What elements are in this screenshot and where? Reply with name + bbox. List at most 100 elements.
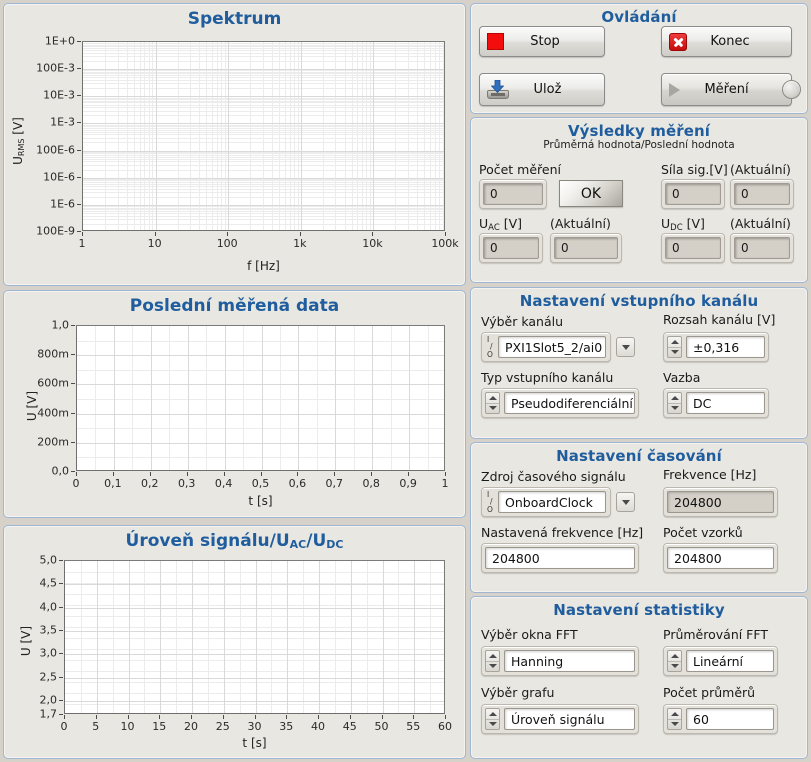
sample-count-control[interactable]: 204800	[663, 543, 778, 573]
x-tick-mark	[223, 472, 225, 476]
fft-averaging-label: Průměrování FFT	[663, 627, 768, 642]
set-frequency-value[interactable]: 204800	[485, 547, 635, 569]
fft-averaging-control[interactable]: Lineární	[663, 646, 778, 676]
x-tick-label: 0,5	[251, 477, 270, 490]
channel-select-dropdown-button[interactable]	[616, 337, 635, 357]
spinner-up[interactable]	[486, 651, 499, 662]
fft-averaging-value[interactable]: Lineární	[686, 650, 774, 672]
lastdata-x-axis-label: t [s]	[248, 494, 273, 508]
average-count-value[interactable]: 60	[686, 708, 774, 730]
sample-count-value[interactable]: 204800	[667, 547, 774, 569]
lastdata-plot-area[interactable]	[76, 325, 445, 471]
spinner-down[interactable]	[668, 404, 681, 414]
clock-source-control[interactable]: I / O OnboardClock	[481, 487, 611, 517]
spinner-up[interactable]	[668, 393, 681, 404]
level-plot-area[interactable]	[64, 560, 445, 714]
fft-averaging-spinner[interactable]	[667, 650, 682, 672]
graph-select-spinner[interactable]	[485, 708, 500, 730]
stop-button[interactable]: Stop	[479, 26, 605, 57]
signal-strength-value: 0	[665, 183, 721, 205]
channel-range-label: Rozsah kanálu [V]	[663, 312, 776, 327]
set-frequency-label: Nastavená frekvence [Hz]	[481, 525, 644, 540]
x-tick-mark	[318, 715, 319, 719]
y-tick-mark	[59, 653, 63, 655]
y-tick-label: 1E+0	[44, 34, 75, 48]
udc-current-label: (Aktuální)	[730, 216, 791, 231]
channel-range-value[interactable]: ±0,316	[686, 336, 765, 358]
y-tick-label: 4,0	[39, 600, 58, 614]
channel-select-value[interactable]: PXI1Slot5_2/ai0	[498, 336, 606, 358]
channel-select-control[interactable]: I / O PXI1Slot5_2/ai0	[481, 332, 611, 362]
spinner-up[interactable]	[668, 651, 681, 662]
mereni-button[interactable]: Měření	[661, 73, 792, 106]
graph-select-label: Výběr grafu	[481, 685, 555, 700]
spinner-down[interactable]	[486, 720, 499, 730]
x-tick-label: 0,2	[141, 477, 159, 490]
fft-window-value[interactable]: Hanning	[504, 650, 635, 672]
udc-value: 0	[665, 237, 721, 259]
frequency-indicator: 204800	[663, 487, 778, 517]
clock-source-value[interactable]: OnboardClock	[498, 491, 606, 513]
spectrum-plot-area[interactable]	[82, 41, 445, 231]
clock-source-dropdown-button[interactable]	[616, 492, 635, 512]
channel-type-value[interactable]: Pseudodiferenciální	[504, 392, 635, 414]
spinner-down[interactable]	[668, 720, 681, 730]
uac-label-sub: AC	[488, 223, 500, 233]
x-tick-label: 0,4	[214, 477, 233, 490]
spinner-down[interactable]	[668, 348, 681, 358]
y-tick-label: 2,5	[39, 670, 58, 684]
ok-status-button[interactable]: OK	[559, 180, 623, 207]
lastdata-plot-wrap: 0,0 200m 400m 600m 800m 1,0 0 0,1 0,2 0,3 0,4 0,5 0…	[4, 291, 467, 519]
uac-label-main: U	[479, 216, 489, 231]
y-tick-mark	[59, 583, 63, 585]
spinner-down[interactable]	[668, 662, 681, 672]
uloz-button[interactable]: Ulož	[479, 73, 605, 106]
spinner-up[interactable]	[668, 709, 681, 720]
average-count-spinner[interactable]	[667, 708, 682, 730]
x-tick-label: 10	[147, 237, 162, 250]
level-chart-panel: Úroveň signálu/UAC/UDC U [V] 1,7 2,0 2,5 3,…	[3, 525, 466, 759]
udc-label: UDC [V]	[661, 216, 705, 233]
channel-range-control[interactable]: ±0,316	[663, 332, 769, 362]
spinner-up[interactable]	[486, 709, 499, 720]
y-tick-label: 100E-6	[36, 143, 75, 157]
save-icon	[487, 80, 509, 99]
fft-window-spinner[interactable]	[485, 650, 500, 672]
coupling-value[interactable]: DC	[686, 392, 765, 414]
y-tick-label: 800m	[37, 347, 69, 361]
statistics-settings-panel: Nastavení statistiky Výběr okna FFT Hann…	[470, 596, 808, 759]
average-count-control[interactable]: 60	[663, 704, 778, 734]
x-tick-label: 35	[279, 720, 294, 733]
spinner-up[interactable]	[668, 337, 681, 348]
y-tick-mark	[59, 630, 63, 631]
x-tick-label: 50	[374, 720, 389, 733]
uac-indicator: 0	[479, 233, 543, 263]
x-tick-label: 10	[120, 720, 135, 733]
x-tick-label: 100	[216, 237, 238, 250]
channel-range-spinner[interactable]	[667, 336, 682, 358]
spinner-down[interactable]	[486, 662, 499, 672]
channel-type-control[interactable]: Pseudodiferenciální	[481, 388, 639, 418]
graph-select-control[interactable]: Úroveň signálu	[481, 704, 639, 734]
spectrum-chart-panel: Spektrum URMS [V] 1E+0 100E-3 10E-3 1E-3 100…	[3, 3, 466, 286]
konec-button[interactable]: Konec	[661, 26, 792, 57]
y-tick-mark	[71, 441, 75, 443]
io-glyph-icon: I / O	[487, 489, 493, 514]
fft-window-control[interactable]: Hanning	[481, 646, 639, 676]
x-tick-mark	[159, 715, 161, 719]
set-frequency-control[interactable]: 204800	[481, 543, 639, 573]
x-tick-label: 1k	[293, 237, 307, 250]
x-tick-mark	[299, 232, 301, 236]
spinner-down[interactable]	[486, 404, 499, 414]
y-tick-label: 1E-6	[50, 197, 75, 211]
graph-select-value[interactable]: Úroveň signálu	[504, 708, 635, 730]
chevron-down-icon	[621, 499, 630, 505]
coupling-spinner[interactable]	[667, 392, 682, 414]
x-tick-mark	[371, 472, 373, 476]
signal-strength-current-label: (Aktuální)	[730, 162, 791, 177]
y-tick-label: 1E-3	[50, 115, 75, 129]
spinner-up[interactable]	[486, 393, 499, 404]
channel-type-spinner[interactable]	[485, 392, 500, 414]
coupling-control[interactable]: DC	[663, 388, 769, 418]
y-tick-mark	[77, 231, 81, 232]
